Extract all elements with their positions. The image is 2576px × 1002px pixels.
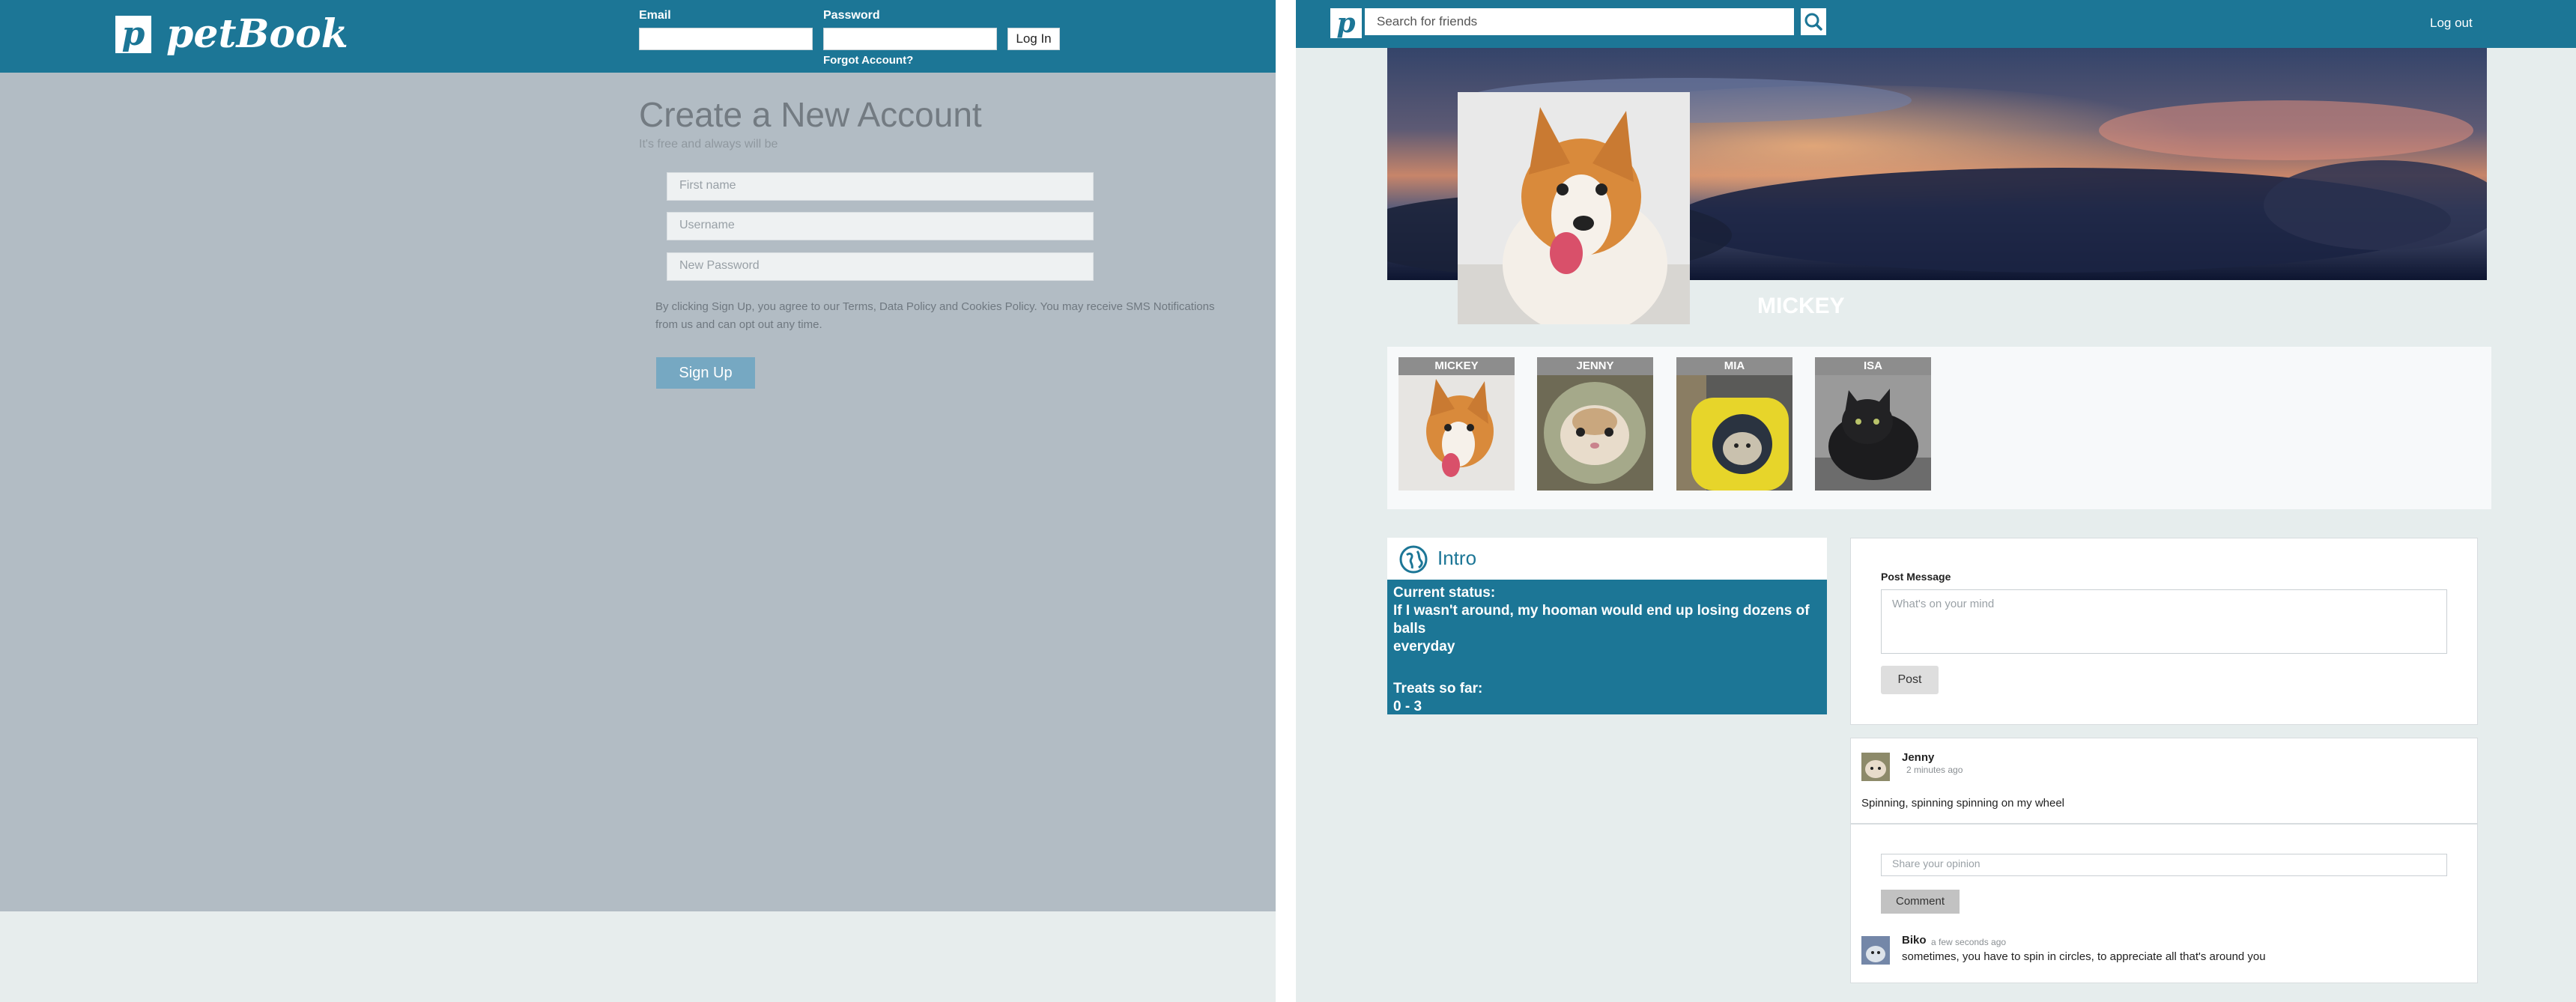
email-label: Email xyxy=(639,9,671,22)
friend-card-mia[interactable]: MIA xyxy=(1676,357,1792,491)
username-input[interactable]: Username xyxy=(667,212,1094,240)
post-divider xyxy=(1851,823,2477,825)
friend-name: MIA xyxy=(1676,357,1792,375)
avatar xyxy=(1861,753,1890,781)
password-field[interactable] xyxy=(823,28,997,50)
search-button[interactable] xyxy=(1801,8,1826,35)
profile-name: MICKEY xyxy=(1757,294,1845,318)
intro-title: Intro xyxy=(1437,547,1477,569)
friend-name: MICKEY xyxy=(1398,357,1515,375)
post-author[interactable]: Jenny xyxy=(1902,751,1934,764)
friend-photo xyxy=(1676,375,1792,491)
friend-card-jenny[interactable]: JENNY xyxy=(1537,357,1653,491)
globe-icon xyxy=(1399,545,1428,574)
login-button[interactable]: Log In xyxy=(1007,28,1060,50)
comment-time: a few seconds ago xyxy=(1931,937,2007,947)
comment-text: sometimes, you have to spin in circles, … xyxy=(1902,950,2266,963)
status-text-line2: everyday xyxy=(1393,639,1455,655)
friend-photo xyxy=(1815,375,1931,491)
profile-picture[interactable] xyxy=(1458,92,1690,324)
first-name-input[interactable]: First name xyxy=(667,172,1094,201)
treats-value: 0 - 3 xyxy=(1393,699,1422,714)
avatar xyxy=(1861,936,1890,965)
status-label: Current status: xyxy=(1393,585,1496,601)
friend-card-isa[interactable]: ISA xyxy=(1815,357,1931,491)
terms-text-line1: By clicking Sign Up, you agree to our Te… xyxy=(655,300,1215,313)
brand-name[interactable]: petBook xyxy=(166,12,348,57)
search-input[interactable]: Search for friends xyxy=(1365,8,1794,35)
friend-name: JENNY xyxy=(1537,357,1653,375)
terms-text-line2: from us and can opt out any time. xyxy=(655,318,822,331)
comment-input[interactable]: Share your opinion xyxy=(1881,854,2447,876)
treats-label: Treats so far: xyxy=(1393,681,1483,696)
intro-body: Current status: If I wasn't around, my h… xyxy=(1387,580,1827,714)
post-text: Spinning, spinning spinning on my wheel xyxy=(1861,797,2065,810)
comment-button[interactable]: Comment xyxy=(1881,890,1960,914)
comment-author[interactable]: Biko xyxy=(1902,934,1927,947)
logout-link[interactable]: Log out xyxy=(2430,16,2473,31)
password-label: Password xyxy=(823,9,880,22)
search-icon xyxy=(1804,13,1822,31)
post-textarea[interactable]: What's on your mind xyxy=(1881,589,2447,654)
logo-icon[interactable]: p xyxy=(115,16,151,53)
forgot-account-link[interactable]: Forgot Account? xyxy=(823,54,913,67)
signup-button[interactable]: Sign Up xyxy=(656,357,755,389)
page-title: Create a New Account xyxy=(639,95,982,134)
page-subtitle: It's free and always will be xyxy=(639,138,778,151)
logo-icon[interactable]: p xyxy=(1330,8,1362,38)
friend-photo xyxy=(1398,375,1515,491)
post-time: 2 minutes ago xyxy=(1906,765,1963,775)
friend-name: ISA xyxy=(1815,357,1931,375)
friend-photo xyxy=(1537,375,1653,491)
friend-card-mickey[interactable]: MICKEY xyxy=(1398,357,1515,491)
email-field[interactable] xyxy=(639,28,813,50)
new-password-input[interactable]: New Password xyxy=(667,252,1094,281)
post-button[interactable]: Post xyxy=(1881,666,1939,694)
status-text-line1: If I wasn't around, my hooman would end … xyxy=(1393,603,1810,637)
post-message-label: Post Message xyxy=(1881,571,1951,583)
